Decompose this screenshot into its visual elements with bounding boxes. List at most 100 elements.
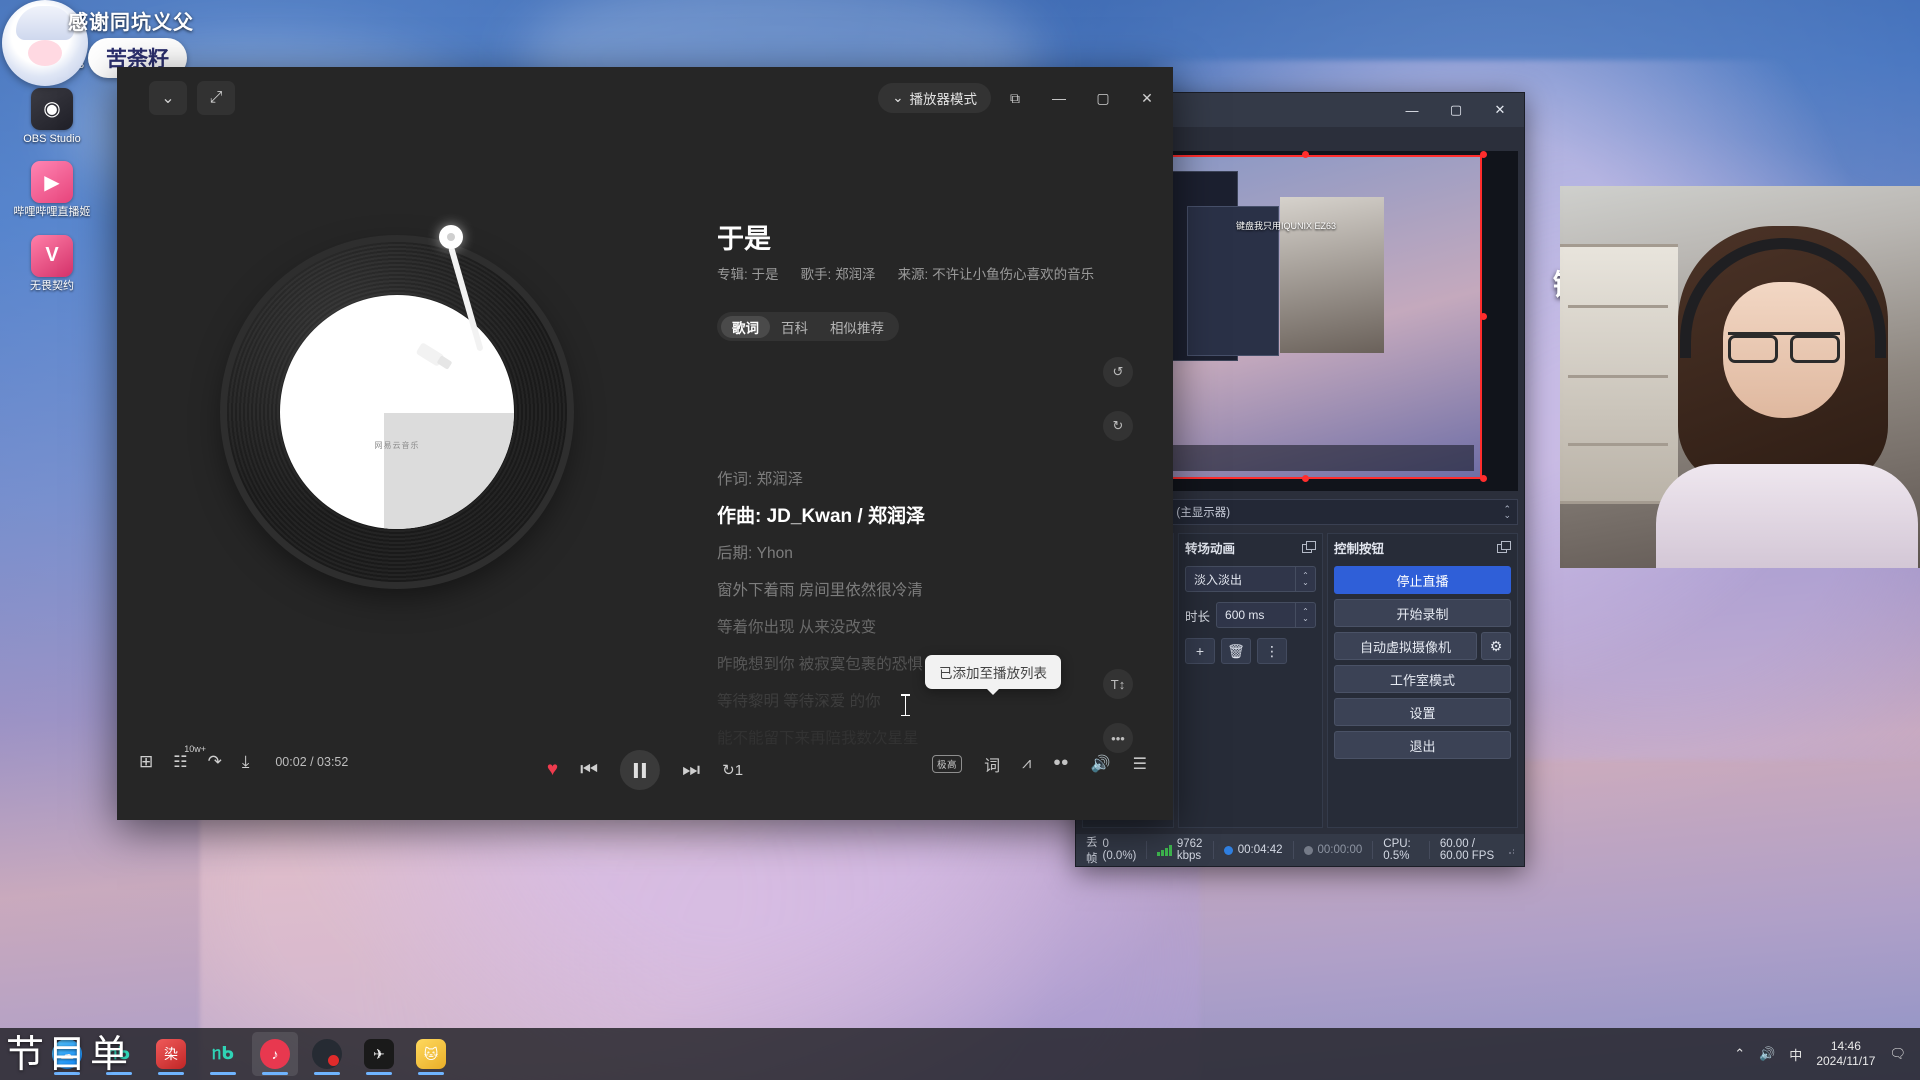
collapse-player-button[interactable]: ⌄ [149,81,187,115]
resize-handle[interactable] [1480,313,1487,320]
valorant-icon: V [31,234,73,277]
obs-controls-dock: 控制按钮 停止直播 开始录制 自动虚拟摄像机 ⚙ 工作室模式 设置 退出 [1327,533,1518,828]
tab-lyrics[interactable]: 歌词 [721,315,770,338]
song-meta: 专辑: 于是 歌手: 郑润泽 来源: 不许让小鱼伤心喜欢的音乐 [717,263,1094,283]
bitrate-value: 9762 kbps [1176,838,1203,862]
player-transport-controls: ♥ ⏮ ⏭ ↻1 [547,750,743,790]
transition-select[interactable]: 淡入淡出 ⌃ ⌄ [1185,566,1316,592]
duration-label: 时长 [1185,609,1211,624]
album-turntable: 网易云音乐 [227,225,567,582]
resize-handle[interactable] [1480,475,1487,482]
audio-quality-badge[interactable]: 极高 [932,755,963,773]
transition-value: 淡入淡出 [1194,572,1243,587]
remove-transition-button[interactable]: 🗑 [1221,638,1251,664]
taskbar-netease-music[interactable]: ♪ [252,1032,298,1076]
lyric-line: 等着你出现 从来没改变 [717,609,1063,646]
taskbar-bird-app[interactable]: ✈ [356,1032,402,1076]
album-cover[interactable]: 网易云音乐 [280,295,514,529]
taskbar-ran-app[interactable]: 染 [148,1032,194,1076]
settings-button[interactable]: 设置 [1334,698,1511,726]
virtual-camera-button[interactable]: 自动虚拟摄像机 [1334,632,1477,660]
tab-similar[interactable]: 相似推荐 [819,316,895,338]
stop-stream-button[interactable]: 停止直播 [1334,566,1511,594]
artist-meta[interactable]: 歌手: 郑润泽 [801,263,876,283]
desktop-icon-bilibili-live[interactable]: ▶ 哔哩哔哩直播姬 [6,155,98,223]
transition-options-button[interactable]: ⋮ [1257,638,1287,664]
lyric-text: 等着你出现 从来没改变 [717,618,877,636]
download-icon[interactable]: ⤓ [242,752,250,772]
volume-icon[interactable]: 🔊 [1091,754,1111,774]
tray-volume-icon[interactable]: 🔊 [1759,1046,1775,1062]
font-size-icon[interactable]: T↕ [1103,669,1133,699]
desktop-lyrics-icon[interactable]: 词 [984,752,1000,776]
virtual-camera-row: 自动虚拟摄像机 ⚙ [1334,632,1511,660]
toast-notification: 已添加至播放列表 [925,655,1061,695]
lyric-line: 窗外下着雨 房间里依然很冷清 [717,572,1063,609]
system-tray: ⌃ 🔊 中 14:46 2024/11/17 🗨 [1734,1039,1920,1069]
previous-track-button[interactable]: ⏮ [580,759,598,782]
playlist-icon[interactable]: ☰ [1133,754,1147,774]
undock-icon[interactable] [1302,540,1316,554]
artist-value: 郑润泽 [835,267,876,282]
artist-label: 歌手: [800,267,832,282]
chevron-updown-icon[interactable]: ⌃ ⌄ [1295,567,1315,591]
player-left-actions: ⊞ ☷ 10w+ ↷ ⤓ 00:02 / 03:52 [139,744,348,772]
gear-icon[interactable]: ⚙ [1481,632,1511,660]
obs-resolution-spinner[interactable]: ⌃ ⌄ [1503,505,1511,520]
obs-transitions-body: 淡入淡出 ⌃ ⌄ 时长 600 ms ⌃ ⌄ + 🗑 ⋮ [1179,560,1322,827]
comments-icon[interactable]: ☷ 10w+ [173,744,206,772]
tray-clock[interactable]: 14:46 2024/11/17 [1816,1039,1875,1069]
music-player-window[interactable]: ⌄ ⤢ ⌄ 播放器模式 ⧉ — ▢ ✕ 网易云音乐 于是 专辑: 于是 歌手: … [117,67,1173,820]
undock-icon[interactable] [1497,540,1511,554]
desktop-icon-valorant[interactable]: V 无畏契约 [6,229,98,297]
resize-handle[interactable] [1302,475,1309,482]
like-icon[interactable]: ♥ [547,759,558,781]
source-meta[interactable]: 来源: 不许让小鱼伤心喜欢的音乐 [898,263,1095,283]
tray-ime-icon[interactable]: 中 [1789,1045,1802,1064]
cover-shade [384,413,514,529]
lyric-line [717,387,1063,424]
exit-button[interactable]: 退出 [1334,731,1511,759]
history-icon[interactable]: ↺ [1103,357,1133,387]
obs-studio-icon [312,1039,342,1069]
resize-handle[interactable] [1302,151,1309,158]
obs-maximize-button[interactable]: ▢ [1434,93,1478,127]
studio-mode-button[interactable]: 工作室模式 [1334,665,1511,693]
add-to-playlist-icon[interactable]: ⊞ [139,752,153,772]
lyric-text: 作词: 郑润泽 [717,470,804,488]
chevron-updown-icon[interactable]: ⌃ ⌄ [1295,603,1315,627]
obs-close-button[interactable]: ✕ [1478,93,1522,127]
taskbar-weather[interactable]: ☁ [44,1032,90,1076]
signal-bars-icon [1157,844,1172,856]
nb-app-icon-2: ᥒᑲ [212,1044,234,1063]
dropped-frames-value: 0 (0.0%) [1102,838,1137,862]
resize-grip-icon[interactable] [1507,845,1514,855]
duration-stepper[interactable]: 600 ms ⌃ ⌄ [1216,602,1316,628]
album-meta[interactable]: 专辑: 于是 [717,263,779,283]
repeat-mode-button[interactable]: ↻1 [722,761,743,779]
obs-scene-canvas[interactable]: 键盘我只用IQUNIX EZ63 [1126,155,1482,479]
notification-center-icon[interactable]: 🗨 [1889,1046,1906,1062]
taskbar-obs-studio[interactable] [304,1032,350,1076]
tray-chevron-icon[interactable]: ⌃ [1734,1046,1745,1062]
lyrics-side-actions: ↺ ↻ T↕ ••• [1103,357,1133,753]
obs-dock-header: 转场动画 [1179,534,1322,560]
next-track-button[interactable]: ⏭ [682,759,700,782]
cover-watermark: 网易云音乐 [374,441,420,451]
add-transition-button[interactable]: + [1185,638,1215,664]
taskbar-cat-app[interactable]: 🐱 [408,1032,454,1076]
start-recording-button[interactable]: 开始录制 [1334,599,1511,627]
pitch-shift-icon[interactable]: ⩘ [1022,755,1031,773]
tab-wiki[interactable]: 百科 [770,316,819,338]
listen-together-icon[interactable]: ꔷꔷ [1053,755,1069,773]
refresh-icon[interactable]: ↻ [1103,411,1133,441]
desktop-icon-obs-studio[interactable]: ◉ OBS Studio [6,82,98,150]
resize-handle[interactable] [1480,151,1487,158]
obs-minimize-button[interactable]: — [1390,93,1434,127]
share-icon[interactable]: ↷ [208,752,222,772]
fullscreen-button[interactable]: ⤢ [197,81,235,115]
play-pause-button[interactable] [620,750,661,790]
taskbar-nb-app-2[interactable]: ᥒᑲ [200,1032,246,1076]
lyric-line [717,424,1063,461]
taskbar-nb-app[interactable]: ᥒᑲ [96,1032,142,1076]
